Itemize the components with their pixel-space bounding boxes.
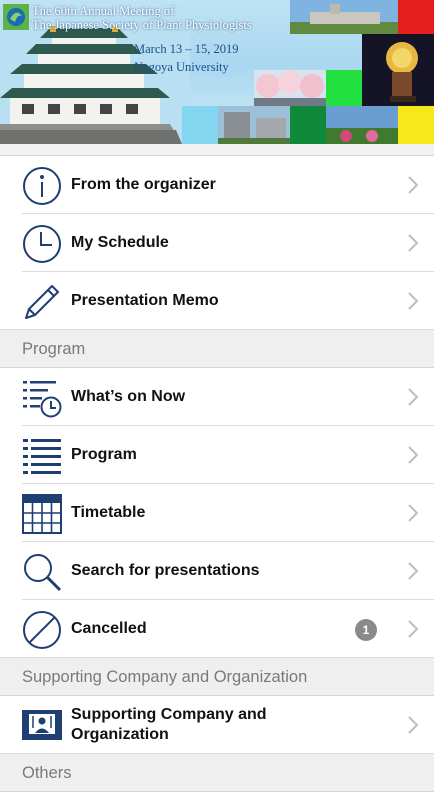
menu-item-program[interactable]: Program [0,426,434,484]
section-header-supporting: Supporting Company and Organization [0,658,434,696]
chevron-right-icon [408,620,418,638]
menu-item-label: What’s on Now [71,388,186,405]
menu-item-timetable[interactable]: Timetable [0,484,434,542]
chevron-right-icon [408,446,418,464]
menu-item-supporting-company[interactable]: Supporting Company and Organization [0,696,434,754]
chevron-right-icon [408,388,418,406]
menu-item-label: Presentation Memo [71,292,219,309]
green-color-tile [326,70,362,106]
lantern-float-image [362,34,434,106]
chevron-right-icon [408,234,418,252]
festival-photo [362,34,434,106]
menu-item-my-schedule[interactable]: My Schedule [0,214,434,272]
section-header-program: Program [0,330,434,368]
chevron-right-icon [408,562,418,580]
menu-list: From the organizer My Schedule Presentat… [0,156,434,792]
banner-venue: Nagoya University [134,60,229,74]
yellow-color-tile [398,106,434,144]
clock-icon [23,225,61,263]
presenter-icon [22,710,62,740]
hall-photo [290,0,398,34]
menu-item-label: From the organizer [71,176,216,193]
garden-photo [326,106,398,144]
menu-item-presentation-memo[interactable]: Presentation Memo [0,272,434,330]
menu-item-cancelled[interactable]: Cancelled 1 [0,600,434,658]
menu-item-label: Search for presentations [71,562,260,579]
calendar-grid-icon [22,494,62,534]
menu-item-label: Cancelled [71,620,147,637]
banner-title-line1: The 60th Annual Meeting of [32,4,175,18]
section-title: Program [22,339,86,358]
cherry-blossom-photo [254,70,326,106]
menu-item-from-organizer[interactable]: From the organizer [0,156,434,214]
cancelled-count-badge: 1 [355,619,377,641]
red-color-tile [398,0,434,34]
section-header-others: Others [0,754,434,792]
campus-photo [218,106,290,144]
chevron-right-icon [408,716,418,734]
dark-green-color-tile [290,106,326,144]
menu-item-search-presentations[interactable]: Search for presentations [0,542,434,600]
section-title: Supporting Company and Organization [22,667,308,686]
menu-item-label-line1: Supporting Company and [71,706,267,723]
menu-item-label: Timetable [71,504,146,521]
info-icon [23,167,61,205]
chevron-right-icon [408,504,418,522]
pencil-icon [25,285,59,319]
chevron-right-icon [408,176,418,194]
cancel-icon [23,611,61,649]
menu-item-label: Program [71,446,137,463]
event-banner: The 60th Annual Meeting of The Japanese … [0,0,434,144]
banner-separator [0,144,434,156]
cyan-color-tile [182,106,218,144]
menu-item-label: Supporting Company and Organization [71,696,267,754]
menu-item-whats-on-now[interactable]: What’s on Now [0,368,434,426]
menu-item-label-line2: Organization [71,726,169,743]
society-logo [3,4,29,30]
menu-item-label: My Schedule [71,234,169,251]
search-icon [24,554,62,592]
list-icon [23,439,61,474]
banner-title-line2: The Japanese Society of Plant Physiologi… [32,18,252,32]
list-clock-icon [23,381,62,418]
chevron-right-icon [408,292,418,310]
banner-dates: March 13 – 15, 2019 [134,42,239,56]
section-title: Others [22,763,72,782]
